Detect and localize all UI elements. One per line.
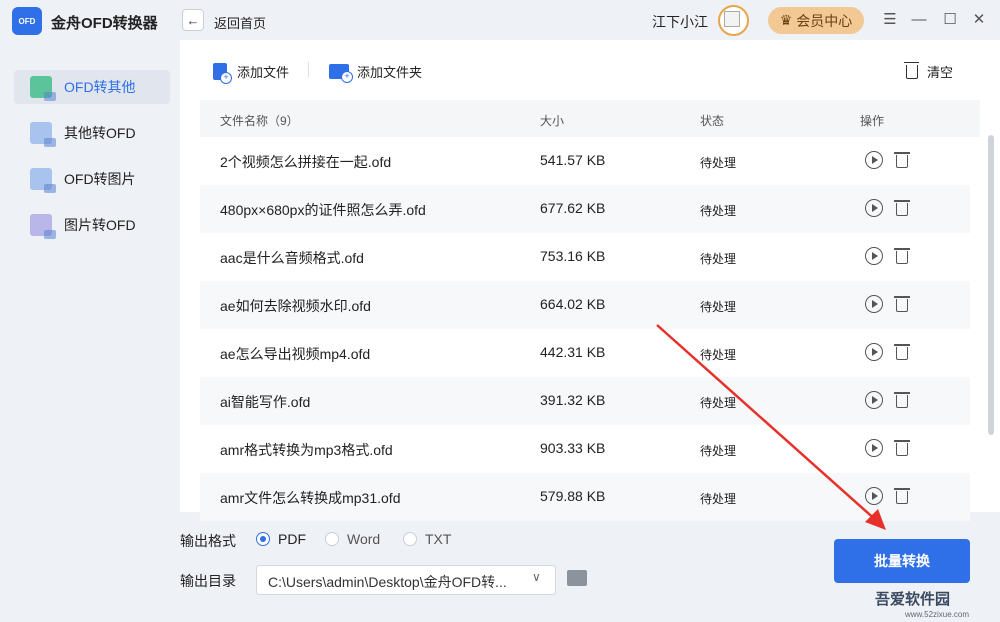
watermark-text: 吾爱软件园: [875, 591, 951, 608]
arrow-line: [656, 324, 879, 523]
watermark-url: www.52zixue.com: [905, 610, 970, 619]
annotation-arrow: [656, 324, 886, 530]
